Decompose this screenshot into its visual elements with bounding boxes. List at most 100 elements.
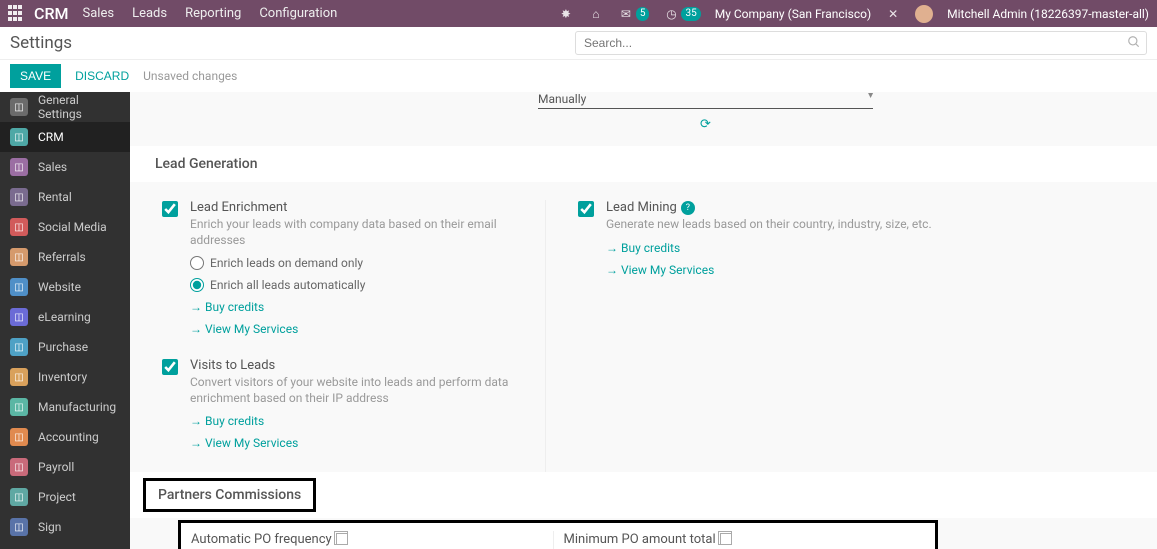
sidebar-item-label: CRM [38,130,64,144]
sidebar-item-label: Referrals [38,250,86,264]
enrich-auto-radio[interactable] [190,278,204,292]
bug-icon[interactable]: ✸ [558,6,574,22]
enrich-auto-label: Enrich all leads automatically [210,278,365,292]
sidebar-item-inventory[interactable]: ◫ Inventory [0,362,130,392]
sidebar-icon: ◫ [10,248,28,266]
sidebar-item-label: Inventory [38,370,87,384]
sidebar-item-label: General Settings [38,93,120,121]
unsaved-changes-label: Unsaved changes [143,69,237,83]
search-input[interactable] [575,31,1147,55]
user-avatar[interactable] [915,5,933,23]
sidebar-icon: ◫ [10,398,28,416]
top-nav-menu: Sales Leads Reporting Configuration [83,6,338,21]
sidebar-item-rental[interactable]: ◫ Rental [0,182,130,212]
home-icon[interactable]: ⌂ [588,6,604,22]
activities-icon[interactable]: ◷35 [663,6,700,22]
upper-dropdown[interactable]: Manually [538,92,873,109]
user-name[interactable]: Mitchell Admin (18226397-master-all) [947,7,1149,21]
enrich-on-demand-radio[interactable] [190,256,204,270]
main-area: ◫General Settings◫CRM◫Sales◫Rental◫Socia… [0,92,1157,549]
auto-po-freq-title: Automatic PO frequency [191,532,332,547]
top-navbar: CRM Sales Leads Reporting Configuration … [0,0,1157,27]
sidebar-item-label: Manufacturing [38,400,116,414]
sidebar-item-crm[interactable]: ◫ CRM [0,122,130,152]
sidebar-item-website[interactable]: ◫ Website [0,272,130,302]
sidebar-item-label: Rental [38,190,72,204]
sidebar-icon: ◫ [10,488,28,506]
sidebar-item-label: Sign [38,520,61,534]
help-icon[interactable]: ? [681,201,695,215]
upper-dropdown-stub: Manually ⟳ [538,92,873,132]
lead-enrichment-desc: Enrich your leads with company data base… [190,217,531,248]
messages-icon[interactable]: ✉5 [618,6,650,22]
sidebar-item-elearning[interactable]: ◫ eLearning [0,302,130,332]
visits-to-leads-block: Visits to Leads Convert visitors of your… [162,358,531,450]
sidebar-item-label: Social Media [38,220,107,234]
top-nav-reporting[interactable]: Reporting [185,6,241,21]
top-right: ✸ ⌂ ✉5 ◷35 My Company (San Francisco) ✕ … [558,5,1149,23]
sidebar-item-label: Website [38,280,81,294]
partners-fields-highlight: Automatic PO frequency Frequency at whic… [178,520,938,549]
apps-launcher-icon[interactable] [8,5,26,23]
sidebar-item-label: eLearning [38,310,91,324]
sidebar-item-accounting[interactable]: ◫ Accounting [0,422,130,452]
lead-enrichment-block: Lead Enrichment Enrich your leads with c… [162,200,531,336]
sidebar-icon: ◫ [10,128,28,146]
company-switcher[interactable]: My Company (San Francisco) [715,7,871,21]
copy-icon[interactable] [336,533,348,545]
section-lead-generation-title: Lead Generation [130,146,1157,182]
refresh-icon[interactable]: ⟳ [538,117,873,132]
sidebar-icon: ◫ [10,188,28,206]
lead-enrichment-checkbox[interactable] [162,201,178,217]
sidebar-icon: ◫ [10,338,28,356]
app-brand[interactable]: CRM [34,4,69,23]
top-nav-sales[interactable]: Sales [83,6,115,21]
save-button[interactable]: SAVE [10,64,61,88]
visits-buy-credits-link[interactable]: Buy credits [190,414,531,428]
copy-icon[interactable] [720,533,732,545]
sidebar-item-label: Payroll [38,460,74,474]
settings-content[interactable]: Manually ⟳ Lead Generation Lead Enrichme… [130,92,1157,549]
sidebar-item-referrals[interactable]: ◫ Referrals [0,242,130,272]
mining-buy-credits-link[interactable]: Buy credits [606,241,932,255]
sidebar-item-sales[interactable]: ◫Sales [0,152,130,182]
subheader: Settings [0,27,1157,60]
settings-sidebar: ◫General Settings◫CRM◫Sales◫Rental◫Socia… [0,92,130,549]
sidebar-item-manufacturing[interactable]: ◫ Manufacturing [0,392,130,422]
search-wrapper [575,31,1147,55]
sidebar-item-project[interactable]: ◫ Project [0,482,130,512]
sidebar-item-label: Project [38,490,76,504]
sidebar-icon: ◫ [10,368,28,386]
sidebar-item-label: Accounting [38,430,99,444]
enrich-buy-credits-link[interactable]: Buy credits [190,300,531,314]
sidebar-icon: ◫ [10,278,28,296]
min-po-title: Minimum PO amount total [564,532,716,547]
sidebar-item-social-media[interactable]: ◫ Social Media [0,212,130,242]
tools-icon[interactable]: ✕ [885,6,901,22]
mining-checkbox[interactable] [578,201,594,217]
sidebar-icon: ◫ [10,518,28,536]
visits-checkbox[interactable] [162,359,178,375]
mining-view-services-link[interactable]: View My Services [606,263,932,277]
top-nav-leads[interactable]: Leads [132,6,167,21]
sidebar-icon: ◫ [10,218,28,236]
mining-title: Lead Mining [606,200,677,215]
lead-gen-fields: Lead Enrichment Enrich your leads with c… [130,182,1157,472]
search-icon[interactable] [1127,35,1141,49]
sidebar-item-purchase[interactable]: ◫ Purchase [0,332,130,362]
action-bar: SAVE DISCARD Unsaved changes [0,60,1157,92]
lead-mining-block: Lead Mining? Generate new leads based on… [578,200,932,277]
sidebar-item-payroll[interactable]: ◫Payroll [0,452,130,482]
sidebar-item-label: Purchase [38,340,88,354]
sidebar-icon: ◫ [10,158,28,176]
sidebar-icon: ◫ [10,308,28,326]
sidebar-icon: ◫ [10,428,28,446]
section-partners-highlight: Partners Commissions [143,478,316,512]
visits-view-services-link[interactable]: View My Services [190,436,531,450]
sidebar-item-general-settings[interactable]: ◫General Settings [0,92,130,122]
sidebar-item-sign[interactable]: ◫ Sign [0,512,130,542]
mining-desc: Generate new leads based on their countr… [606,217,932,233]
discard-button[interactable]: DISCARD [75,69,129,83]
enrich-view-services-link[interactable]: View My Services [190,322,531,336]
top-nav-configuration[interactable]: Configuration [259,6,337,21]
